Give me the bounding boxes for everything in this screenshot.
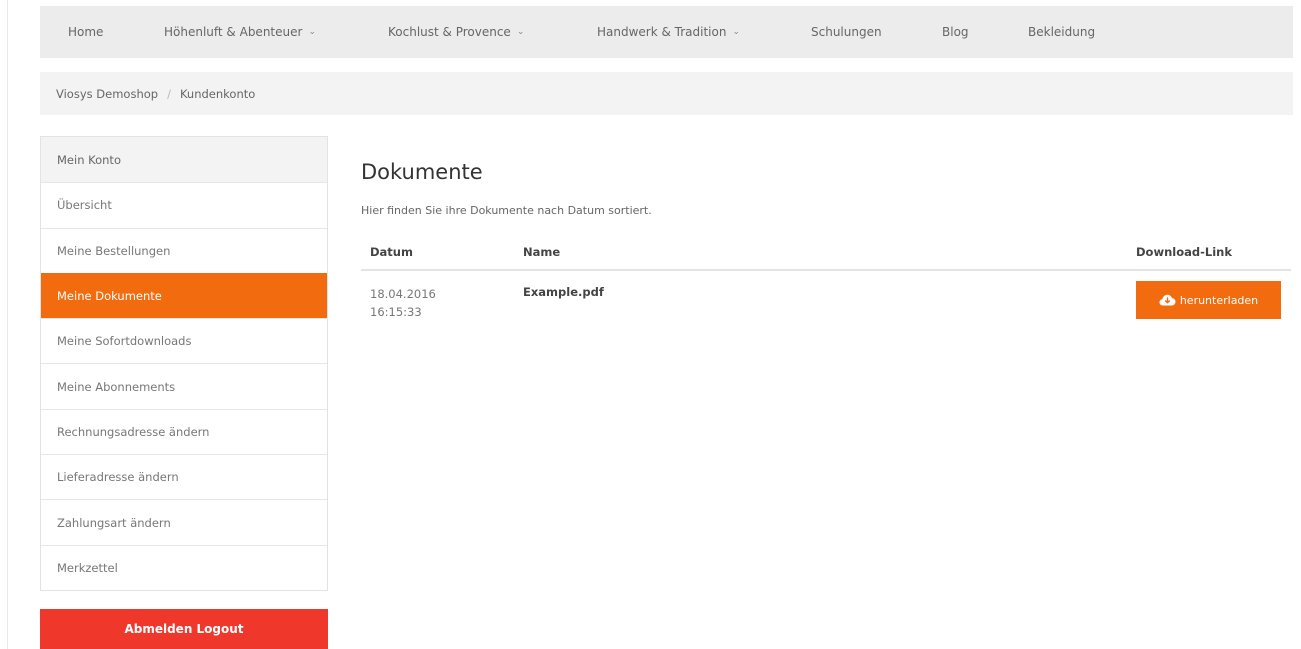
document-date-time: 16:15:33 xyxy=(370,305,422,319)
page-title: Dokumente xyxy=(361,160,483,184)
sidebar-item-merkzettel[interactable]: Merkzettel xyxy=(41,544,327,590)
chevron-down-icon: ⌄ xyxy=(732,27,741,37)
sidebar-item-uebersicht[interactable]: Übersicht xyxy=(41,182,327,227)
sidebar-header-mein-konto: Mein Konto xyxy=(41,137,327,183)
download-button[interactable]: herunterladen xyxy=(1136,281,1281,319)
page-description: Hier finden Sie ihre Dokumente nach Datu… xyxy=(361,204,652,217)
nav-item-label: Höhenluft & Abenteuer xyxy=(164,25,303,39)
column-header-download: Download-Link xyxy=(1136,245,1232,259)
nav-item-bekleidung[interactable]: Bekleidung xyxy=(1028,25,1095,39)
column-header-date: Datum xyxy=(370,245,413,259)
nav-item-label: Bekleidung xyxy=(1028,25,1096,39)
cloud-download-icon xyxy=(1159,294,1176,306)
nav-item-hoehenluft[interactable]: Höhenluft & Abenteuer ⌄ xyxy=(164,25,388,39)
documents-table: Datum Name Download-Link 18.04.2016 16:1… xyxy=(361,236,1291,341)
sidebar-item-dokumente[interactable]: Meine Dokumente xyxy=(41,272,327,319)
sidebar-item-zahlungsart[interactable]: Zahlungsart ändern xyxy=(41,499,327,544)
download-button-label: herunterladen xyxy=(1179,293,1259,307)
document-date-day: 18.04.2016 xyxy=(370,287,436,301)
top-navigation: Home Höhenluft & Abenteuer ⌄ Kochlust & … xyxy=(40,6,1293,58)
table-row: 18.04.2016 16:15:33 Example.pdf herunter… xyxy=(361,271,1291,341)
nav-item-label: Schulungen xyxy=(811,25,882,39)
chevron-down-icon: ⌄ xyxy=(308,27,316,37)
nav-item-home[interactable]: Home xyxy=(68,25,164,39)
page-left-edge xyxy=(0,0,8,649)
nav-item-label: Kochlust & Provence xyxy=(388,25,511,39)
breadcrumb-link-shop[interactable]: Viosys Demoshop xyxy=(56,87,158,101)
sidebar-item-rechnungsadresse[interactable]: Rechnungsadresse ändern xyxy=(41,408,327,454)
document-name: Example.pdf xyxy=(523,285,604,299)
account-sidebar: Mein Konto Übersicht Meine Bestellungen … xyxy=(40,136,328,591)
nav-item-blog[interactable]: Blog xyxy=(942,25,1028,39)
sidebar-item-abonnements[interactable]: Meine Abonnements xyxy=(41,363,327,408)
column-header-name: Name xyxy=(523,245,561,259)
logout-button[interactable]: Abmelden Logout xyxy=(40,609,328,649)
nav-item-schulungen[interactable]: Schulungen xyxy=(811,25,942,39)
nav-item-kochlust[interactable]: Kochlust & Provence ⌄ xyxy=(388,25,597,39)
nav-item-label: Handwerk & Tradition xyxy=(597,25,727,39)
nav-item-label: Blog xyxy=(942,25,969,39)
sidebar-item-bestellungen[interactable]: Meine Bestellungen xyxy=(41,227,327,273)
sidebar-item-sofortdownloads[interactable]: Meine Sofortdownloads xyxy=(41,318,327,363)
document-date: 18.04.2016 16:15:33 xyxy=(370,285,436,321)
nav-item-label: Home xyxy=(68,25,104,39)
breadcrumb-separator: / xyxy=(167,86,171,101)
table-header-row: Datum Name Download-Link xyxy=(361,236,1291,271)
breadcrumb-current: Kundenkonto xyxy=(179,86,256,101)
breadcrumb: Viosys Demoshop / Kundenkonto xyxy=(40,72,1293,115)
chevron-down-icon: ⌄ xyxy=(516,27,525,37)
sidebar-item-lieferadresse[interactable]: Lieferadresse ändern xyxy=(41,454,327,499)
nav-item-handwerk[interactable]: Handwerk & Tradition ⌄ xyxy=(597,25,811,39)
